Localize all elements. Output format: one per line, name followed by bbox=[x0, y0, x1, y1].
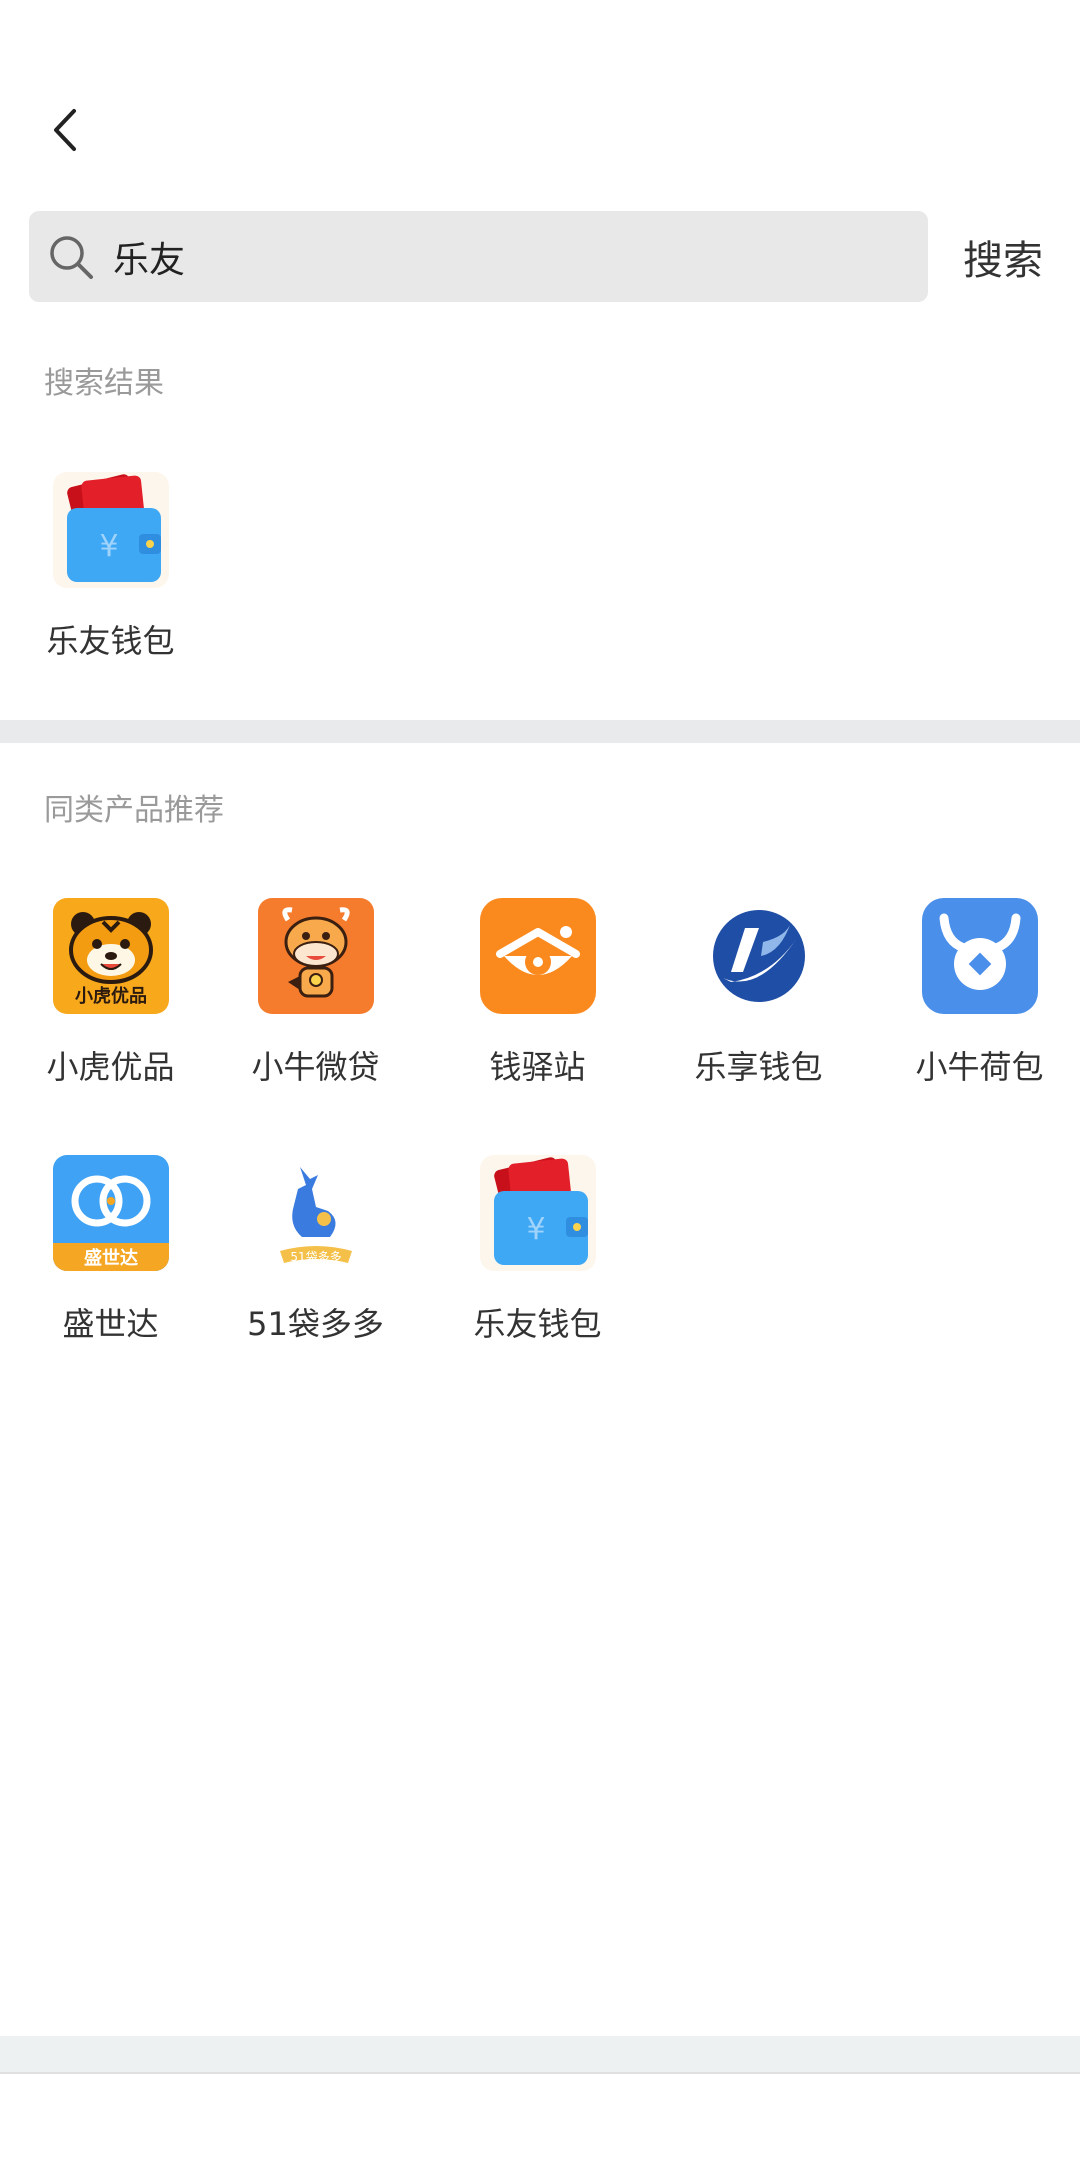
search-bar[interactable] bbox=[29, 211, 928, 302]
recommend-app-tile[interactable]: 小牛荷包 bbox=[869, 898, 1080, 1128]
recommend-app-tile[interactable]: 盛世达 盛世达 bbox=[0, 1155, 221, 1385]
app-name: 乐享钱包 bbox=[694, 1048, 823, 1086]
bottom-divider bbox=[0, 2072, 1080, 2074]
recommend-app-tile[interactable]: 小牛微贷 bbox=[205, 898, 426, 1128]
app-name: 小牛微贷 bbox=[251, 1048, 380, 1086]
result-app-tile[interactable]: ¥ 乐友钱包 bbox=[0, 472, 221, 702]
tiger-badge-text: 小虎优品 bbox=[75, 985, 147, 1007]
app-name: 乐友钱包 bbox=[473, 1305, 602, 1343]
app-name: 51袋多多 bbox=[247, 1305, 384, 1343]
wallet-icon: ¥ bbox=[479, 1155, 596, 1271]
app-name: 小牛荷包 bbox=[915, 1048, 1044, 1086]
bottom-bar bbox=[0, 2036, 1080, 2072]
search-input[interactable] bbox=[113, 211, 903, 302]
horned-coin-icon bbox=[921, 898, 1038, 1014]
chevron-left-icon bbox=[54, 109, 76, 151]
recommend-app-tile[interactable]: 51袋多多 51袋多多 bbox=[205, 1155, 426, 1385]
recommend-app-tile[interactable]: 小虎优品 小虎优品 bbox=[0, 898, 221, 1128]
recommend-app-tile[interactable]: 乐享钱包 bbox=[648, 898, 869, 1128]
rings-icon: 盛世达 bbox=[52, 1155, 169, 1271]
search-button[interactable]: 搜索 bbox=[948, 211, 1058, 302]
back-button[interactable] bbox=[36, 100, 96, 160]
tiger-icon: 小虎优品 bbox=[52, 898, 169, 1014]
svg-text:¥: ¥ bbox=[526, 1212, 545, 1247]
kangaroo-icon: 51袋多多 bbox=[257, 1155, 374, 1271]
app-name: 盛世达 bbox=[62, 1305, 159, 1343]
search-icon bbox=[50, 236, 93, 279]
recommend-title: 同类产品推荐 bbox=[44, 793, 224, 828]
section-divider bbox=[0, 720, 1080, 743]
cow-icon bbox=[257, 898, 374, 1014]
wallet-icon: ¥ bbox=[52, 472, 169, 588]
recommend-app-tile[interactable]: 钱驿站 bbox=[427, 898, 648, 1128]
app-name: 乐友钱包 bbox=[46, 622, 175, 660]
swoosh-logo-icon bbox=[700, 898, 817, 1014]
search-results-title: 搜索结果 bbox=[44, 366, 164, 401]
app-name: 钱驿站 bbox=[489, 1048, 586, 1086]
rings-badge-text: 盛世达 bbox=[84, 1247, 138, 1269]
recommend-app-tile[interactable]: ¥ 乐友钱包 bbox=[427, 1155, 648, 1385]
eye-house-icon bbox=[479, 898, 596, 1014]
svg-text:¥: ¥ bbox=[99, 529, 118, 564]
kangaroo-badge-text: 51袋多多 bbox=[290, 1250, 341, 1264]
app-name: 小虎优品 bbox=[46, 1048, 175, 1086]
